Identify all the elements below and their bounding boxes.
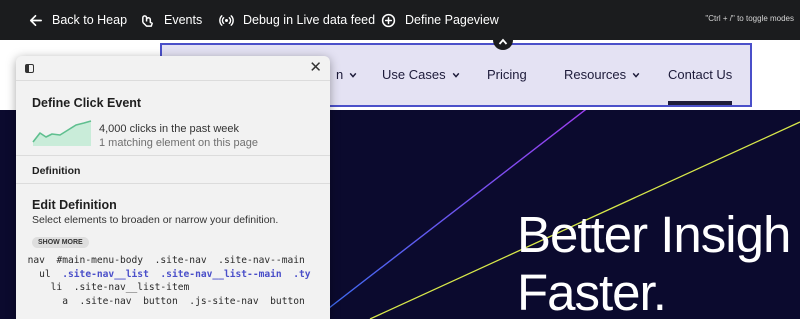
nav-item-partial-label: n [336, 67, 344, 82]
selector-indent [16, 269, 39, 280]
selector-line[interactable]: ul .site-nav__list .site-nav__list--main… [16, 268, 330, 282]
events-label: Events [164, 13, 203, 27]
nav-item-resources[interactable]: Resources [564, 67, 640, 82]
divider [16, 183, 330, 184]
chevron-down-icon [452, 72, 459, 78]
nav-item-pricing-label: Pricing [487, 67, 527, 82]
events-button[interactable]: Events [140, 0, 202, 40]
divider [16, 155, 330, 156]
show-more-button[interactable]: SHOW MORE [32, 237, 89, 248]
define-pageview-label: Define Pageview [405, 13, 499, 27]
back-to-heap-label: Back to Heap [52, 13, 128, 27]
selector-indent [16, 255, 28, 266]
debug-live-feed-label: Debug in Live data feed [243, 13, 376, 27]
selector-text: nav #main-menu-body .site-nav .site-nav-… [27, 255, 305, 266]
selector-text: li .site-nav__list-item [50, 282, 190, 294]
matching-elements: 1 matching element on this page [99, 137, 258, 149]
events-icon [142, 14, 153, 27]
selector-indent [16, 282, 51, 293]
clicks-count: 4,000 clicks in the past week [99, 123, 240, 135]
dock-panel-icon[interactable] [25, 64, 34, 73]
chevron-down-icon [632, 72, 640, 78]
selector-indent [16, 296, 62, 307]
define-pageview-button[interactable]: Define Pageview [381, 0, 499, 40]
plus-circle-icon [381, 13, 396, 27]
nav-item-use-cases-label: Use Cases [382, 67, 446, 82]
back-to-heap-button[interactable]: Back to Heap [28, 0, 127, 40]
hero-headline: Better Insigh Faster. [517, 206, 791, 319]
selector-line[interactable]: a .site-nav button .js-site-nav button [16, 295, 330, 309]
close-icon[interactable]: ✕ [309, 60, 322, 75]
chevron-down-icon [349, 72, 357, 78]
nav-item-pricing[interactable]: Pricing [487, 67, 527, 82]
selector-text: a .site-nav button .js-site-nav button [62, 295, 305, 307]
arrow-left-icon [29, 14, 42, 26]
nav-item-contact-us[interactable]: Contact Us [668, 67, 732, 82]
define-click-event-panel: ✕ Define Click Event 4,000 clicks in the… [16, 56, 330, 319]
definition-label: Definition [32, 165, 81, 177]
selector-highlighted: .site-nav__list .site-nav__list--main .t… [62, 268, 311, 280]
clicks-sparkline [32, 120, 92, 146]
broadcast-icon [219, 14, 234, 26]
selector-hierarchy: nav #main-menu-body .site-nav .site-nav-… [16, 254, 330, 308]
heap-toolbar: Back to Heap Events Debug in Live data f… [0, 0, 800, 40]
toggle-modes-hint: "Ctrl + /" to toggle modes [705, 14, 794, 23]
nav-item-resources-label: Resources [564, 67, 627, 82]
selector-line[interactable]: nav #main-menu-body .site-nav .site-nav-… [16, 254, 330, 268]
edit-definition-title: Edit Definition [32, 198, 117, 212]
panel-title: Define Click Event [32, 96, 142, 110]
divider [16, 80, 330, 81]
chevron-up-icon [498, 38, 508, 45]
edit-definition-subtitle: Select elements to broaden or narrow you… [32, 214, 279, 226]
hero-headline-line-1: Better Insigh [517, 206, 791, 263]
hero-headline-line-2: Faster. [517, 264, 667, 319]
nav-item-partial[interactable]: n [336, 67, 357, 82]
debug-live-feed-button[interactable]: Debug in Live data feed [219, 0, 375, 40]
nav-item-contact-us-label: Contact Us [668, 67, 733, 82]
nav-item-use-cases[interactable]: Use Cases [382, 67, 460, 82]
selector-line[interactable]: li .site-nav__list-item [16, 281, 330, 295]
panel-top-bar: ✕ [16, 56, 330, 80]
active-nav-underline [668, 101, 732, 105]
selector-text: ul [39, 268, 63, 280]
